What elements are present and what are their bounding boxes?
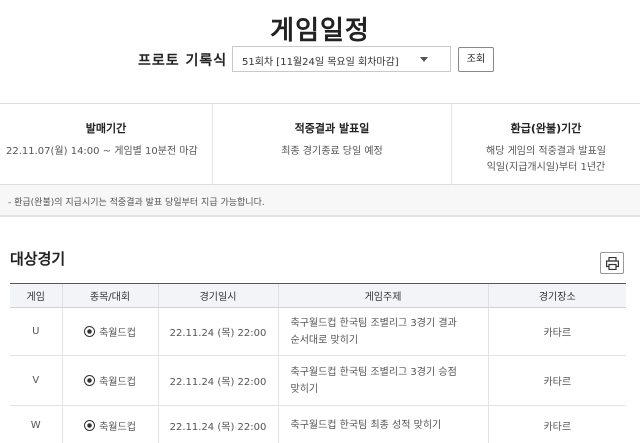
result-date-column: 적중결과 발표일 최종 경기종료 당일 예정 bbox=[212, 104, 452, 186]
page-title: 게임일정 bbox=[270, 16, 370, 46]
column-header-venue: 경기장소 bbox=[487, 283, 626, 308]
column-header-game: 게임 bbox=[10, 283, 62, 308]
result-date-heading: 적중결과 발표일 bbox=[294, 122, 370, 135]
chevron-down-icon bbox=[420, 57, 428, 62]
sport-label: 축월드컵 bbox=[99, 421, 136, 433]
table-row[interactable]: U 축월드컵 22.11.24 (목) 22:00 축구월드컵 한국팀 조별리그… bbox=[10, 307, 626, 356]
sport-cell: 축월드컵 bbox=[61, 307, 158, 356]
subject-line: 축구월드컵 한국팀 최종 성적 맞히기 bbox=[290, 420, 442, 431]
result-date-text: 최종 경기종료 당일 예정 bbox=[281, 146, 383, 157]
subject-cell: 축구월드컵 한국팀 조별리그 3경기 결과 순서대로 맞히기 bbox=[277, 307, 488, 356]
datetime-cell: 22.11.24 (목) 22:00 bbox=[157, 355, 278, 406]
section-title: 대상경기 bbox=[10, 250, 66, 268]
column-header-sport: 종목/대회 bbox=[61, 283, 158, 308]
printer-icon bbox=[606, 257, 619, 270]
round-select-value: 51회차 [11월24일 목요일 회차마감] bbox=[242, 57, 399, 68]
sport-label: 축월드컵 bbox=[99, 327, 136, 339]
venue-cell: 카타르 bbox=[487, 355, 626, 406]
soccer-ball-icon bbox=[84, 325, 96, 337]
sale-info-box: 발매기간 22.11.07(월) 14:00 ~ 게임별 10분전 마감 적중결… bbox=[0, 103, 640, 186]
game-cell: W bbox=[10, 405, 62, 443]
round-selector-row: 프로토 기록식 51회차 [11월24일 목요일 회차마감] 조회 bbox=[0, 46, 640, 74]
sport-cell: 축월드컵 bbox=[61, 355, 158, 406]
refund-period-line: 익일(지급개시일)부터 1년간 bbox=[486, 162, 606, 173]
datetime-cell: 22.11.24 (목) 22:00 bbox=[157, 405, 278, 443]
search-button[interactable]: 조회 bbox=[458, 47, 494, 72]
column-header-subject: 게임주제 bbox=[277, 283, 488, 308]
refund-period-line: 해당 게임의 적중결과 발표일 bbox=[486, 146, 606, 157]
subject-cell: 축구월드컵 한국팀 최종 성적 맞히기 bbox=[277, 405, 488, 443]
venue-cell: 카타르 bbox=[487, 307, 626, 356]
games-table: 게임 종목/대회 경기일시 게임주제 경기장소 U 축월드컵 22.11.24 … bbox=[10, 283, 626, 443]
subject-cell: 축구월드컵 한국팀 조별리그 3경기 승점 맞히기 bbox=[277, 355, 488, 406]
refund-period-heading: 환급(완불)기간 bbox=[510, 122, 582, 135]
refund-notice: - 환급(완불)의 지급시기는 적중결과 발표 당일부터 지급 가능합니다. bbox=[0, 185, 640, 217]
refund-period-text: 해당 게임의 적중결과 발표일 익일(지급개시일)부터 1년간 bbox=[452, 144, 640, 176]
datetime-cell: 22.11.24 (목) 22:00 bbox=[157, 307, 278, 356]
round-select[interactable]: 51회차 [11월24일 목요일 회차마감] bbox=[232, 46, 451, 72]
subject-line: 축구월드컵 한국팀 조별리그 3경기 승점 bbox=[290, 366, 457, 378]
venue-cell: 카타르 bbox=[487, 405, 626, 443]
column-header-datetime: 경기일시 bbox=[157, 283, 278, 308]
subject-line: 순서대로 맞히기 bbox=[290, 334, 359, 346]
sport-cell: 축월드컵 bbox=[61, 405, 158, 443]
round-label: 프로토 기록식 bbox=[138, 53, 228, 69]
sale-period-heading: 발매기간 bbox=[85, 122, 127, 135]
soccer-ball-icon bbox=[84, 419, 96, 431]
subject-line: 맞히기 bbox=[290, 383, 319, 395]
print-button[interactable] bbox=[600, 252, 624, 274]
table-row[interactable]: W 축월드컵 22.11.24 (목) 22:00 축구월드컵 한국팀 최종 성… bbox=[10, 405, 626, 443]
table-row[interactable]: V 축월드컵 22.11.24 (목) 22:00 축구월드컵 한국팀 조별리그… bbox=[10, 355, 626, 406]
sport-label: 축월드컵 bbox=[99, 376, 136, 388]
game-cell: V bbox=[10, 355, 62, 406]
sale-period-text: 22.11.07(월) 14:00 ~ 게임별 10분전 마감 bbox=[6, 146, 198, 157]
subject-line: 축구월드컵 한국팀 조별리그 3경기 결과 bbox=[290, 317, 457, 329]
table-header-row: 게임 종목/대회 경기일시 게임주제 경기장소 bbox=[10, 283, 626, 308]
refund-period-column: 환급(완불)기간 해당 게임의 적중결과 발표일 익일(지급개시일)부터 1년간 bbox=[452, 104, 640, 186]
game-cell: U bbox=[10, 307, 62, 356]
sale-period-column: 발매기간 22.11.07(월) 14:00 ~ 게임별 10분전 마감 bbox=[0, 104, 212, 186]
soccer-ball-icon bbox=[84, 374, 96, 386]
